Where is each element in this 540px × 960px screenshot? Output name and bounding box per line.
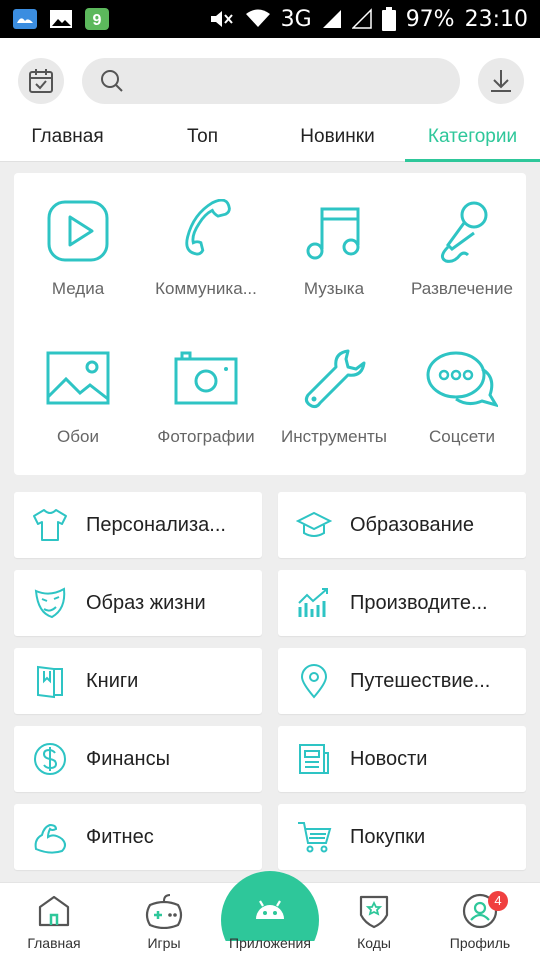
- clock: 23:10: [464, 6, 528, 32]
- category-fitness[interactable]: Фитнес: [14, 804, 262, 870]
- category-travel[interactable]: Путешествие...: [278, 648, 526, 714]
- download-button[interactable]: [478, 58, 524, 104]
- nav-label: Приложения: [229, 935, 311, 951]
- tab-top[interactable]: Топ: [135, 118, 270, 161]
- weather-app-icon: [13, 9, 37, 29]
- category-label: Новости: [350, 747, 428, 770]
- gamepad-icon: [145, 894, 183, 929]
- search-input[interactable]: [134, 70, 434, 92]
- category-label: Персонализа...: [86, 513, 226, 536]
- nav-label: Профиль: [449, 935, 511, 951]
- category-label: Медиа: [51, 279, 105, 298]
- category-label: Развлечение: [411, 279, 513, 298]
- search-bar[interactable]: [82, 58, 460, 104]
- calendar-button[interactable]: [18, 58, 64, 104]
- signal-icon: [322, 10, 341, 28]
- category-label: Обои: [57, 427, 99, 446]
- category-social[interactable]: Соцсети: [398, 321, 526, 461]
- category-label: Покупки: [350, 825, 426, 848]
- calendar-check-icon: [29, 69, 53, 93]
- category-communication[interactable]: Коммуника...: [142, 173, 270, 313]
- category-label: Фитнес: [86, 825, 154, 848]
- signal-empty-icon: [351, 8, 372, 29]
- battery-level: 97%: [405, 6, 455, 32]
- tshirt-icon: [33, 509, 67, 541]
- book-icon: [37, 665, 63, 699]
- nav-games[interactable]: Игры: [110, 883, 218, 960]
- chat-bubble-icon: [426, 351, 498, 408]
- app-notification-icon: 9: [85, 8, 109, 30]
- graduation-cap-icon: [296, 511, 332, 537]
- play-icon: [47, 200, 109, 262]
- category-education[interactable]: Образование: [278, 492, 526, 558]
- category-productivity[interactable]: Производите...: [278, 570, 526, 636]
- status-bar: 9 3G 97% 23:10: [0, 0, 540, 38]
- category-label: Инструменты: [280, 427, 387, 446]
- category-photos[interactable]: Фотографии: [142, 321, 270, 461]
- category-news[interactable]: Новости: [278, 726, 526, 792]
- nav-label: Главная: [27, 935, 81, 951]
- nav-label: Коды: [357, 935, 391, 951]
- tab-categories[interactable]: Категории: [405, 118, 540, 162]
- tab-bar: Главная Топ Новинки Категории: [0, 118, 540, 162]
- nav-apps[interactable]: Приложения: [216, 883, 324, 960]
- gallery-notification-icon: [50, 10, 72, 28]
- svg-text:9: 9: [93, 12, 102, 29]
- category-finance[interactable]: Финансы: [14, 726, 262, 792]
- muscle-icon: [34, 823, 66, 854]
- cart-icon: [298, 822, 332, 853]
- image-icon: [46, 351, 110, 405]
- category-entertainment[interactable]: Развлечение: [398, 173, 526, 313]
- search-icon: [101, 70, 123, 92]
- category-media[interactable]: Медиа: [14, 173, 142, 313]
- category-personalization[interactable]: Персонализа...: [14, 492, 262, 558]
- network-type: 3G: [280, 6, 312, 32]
- tab-home[interactable]: Главная: [0, 118, 135, 161]
- category-wallpapers[interactable]: Обои: [14, 321, 142, 461]
- categories-grid: Медиа Коммуника... Музыка Развлечение Об…: [14, 173, 526, 475]
- camera-icon: [174, 351, 238, 405]
- nav-codes[interactable]: Коды: [320, 883, 428, 960]
- mask-icon: [34, 587, 66, 619]
- phone-icon: [185, 199, 231, 256]
- location-pin-icon: [300, 664, 328, 699]
- home-icon: [38, 895, 70, 927]
- category-tools[interactable]: Инструменты: [270, 321, 398, 461]
- category-label: Производите...: [350, 591, 488, 614]
- battery-icon: [381, 7, 396, 31]
- download-icon: [491, 70, 511, 92]
- wrench-icon: [304, 349, 366, 409]
- app-header: Главная Топ Новинки Категории: [0, 38, 540, 162]
- category-label: Книги: [86, 669, 139, 692]
- shield-star-icon: [359, 895, 389, 929]
- category-label: Образование: [350, 513, 474, 536]
- microphone-icon: [441, 201, 488, 263]
- category-shopping[interactable]: Покупки: [278, 804, 526, 870]
- dollar-icon: [34, 743, 66, 775]
- wifi-icon: [245, 9, 270, 27]
- android-icon: [256, 900, 284, 919]
- nav-label: Игры: [147, 935, 181, 951]
- mute-icon: [210, 11, 233, 27]
- bottom-navigation: Главная Игры Приложения Коды 4 Профиль: [0, 871, 540, 960]
- category-label: Соцсети: [429, 427, 495, 446]
- category-books[interactable]: Книги: [14, 648, 262, 714]
- music-note-icon: [306, 207, 360, 260]
- newspaper-icon: [299, 744, 329, 774]
- chart-icon: [298, 588, 328, 617]
- category-label: Коммуника...: [155, 279, 257, 298]
- tab-new[interactable]: Новинки: [270, 118, 405, 161]
- nav-profile[interactable]: 4 Профиль: [426, 883, 534, 960]
- category-lifestyle[interactable]: Образ жизни: [14, 570, 262, 636]
- notification-badge: 4: [488, 891, 508, 911]
- category-label: Финансы: [86, 747, 170, 770]
- category-label: Фотографии: [157, 427, 255, 446]
- nav-home[interactable]: Главная: [0, 883, 108, 960]
- category-label: Музыка: [303, 279, 365, 298]
- category-label: Образ жизни: [86, 591, 206, 614]
- category-music[interactable]: Музыка: [270, 173, 398, 313]
- category-label: Путешествие...: [350, 669, 491, 692]
